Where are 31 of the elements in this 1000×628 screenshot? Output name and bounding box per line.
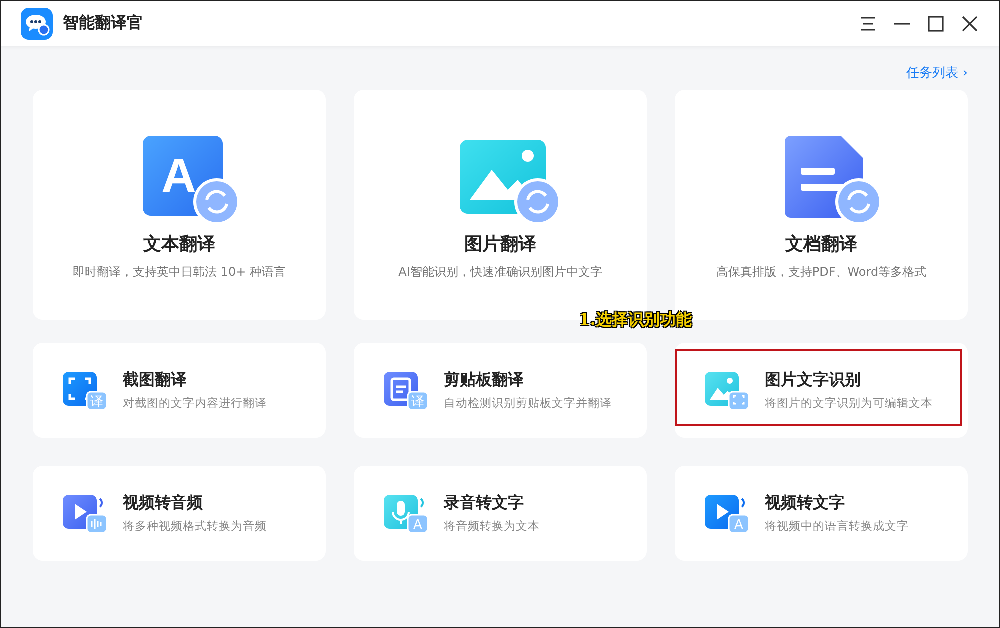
tool-title: 视频转文字 — [765, 493, 846, 514]
tool-title: 文本翻译 — [144, 233, 216, 256]
tool-card[interactable]: A 文本翻译 即时翻译，支持英中日韩法 10+ 种语言 — [33, 90, 326, 320]
tool-title: 图片文字识别 — [765, 370, 862, 391]
tool-title: 视频转音频 — [123, 493, 204, 514]
tool-card[interactable]: 译 截图翻译 对截图的文字内容进行翻译 — [33, 343, 326, 438]
tool-title: 剪贴板翻译 — [444, 370, 525, 391]
maximize-icon[interactable] — [927, 14, 945, 32]
tool-description: 将图片的文字识别为可编辑文本 — [765, 396, 933, 411]
tool-title: 录音转文字 — [444, 493, 525, 514]
tool-card[interactable]: 图片文字识别 将图片的文字识别为可编辑文本 — [675, 343, 968, 438]
window-title: 智能翻译官 — [63, 13, 143, 34]
chat-bubble-logo-icon — [21, 8, 53, 40]
tool-card[interactable]: A 视频转文字 将视频中的语言转换成文字 — [675, 466, 968, 561]
tool-card[interactable]: 译 剪贴板翻译 自动检测识别剪贴板文字并翻译 — [354, 343, 647, 438]
task-list-link[interactable]: 任务列表 › — [906, 64, 968, 82]
tool-card[interactable]: A 录音转文字 将音频转换为文本 — [354, 466, 647, 561]
close-icon[interactable] — [961, 14, 979, 32]
tool-description: 将多种视频格式转换为音频 — [123, 519, 267, 534]
tool-description: 将音频转换为文本 — [444, 519, 540, 534]
tool-description: 自动检测识别剪贴板文字并翻译 — [444, 396, 612, 411]
tool-title: 文档翻译 — [786, 233, 858, 256]
tool-title: 截图翻译 — [123, 370, 188, 391]
tool-description: 对截图的文字内容进行翻译 — [123, 396, 267, 411]
tool-card[interactable]: 视频转音频 将多种视频格式转换为音频 — [33, 466, 326, 561]
tool-description: 即时翻译，支持英中日韩法 10+ 种语言 — [73, 264, 286, 281]
tool-description: AI智能识别，快速准确识别图片中文字 — [398, 264, 602, 281]
menu-icon[interactable] — [859, 14, 877, 32]
tool-title: 图片翻译 — [464, 233, 536, 256]
tool-description: 高保真排版，支持PDF、Word等多格式 — [716, 264, 927, 281]
tool-description: 将视频中的语言转换成文字 — [765, 519, 909, 534]
